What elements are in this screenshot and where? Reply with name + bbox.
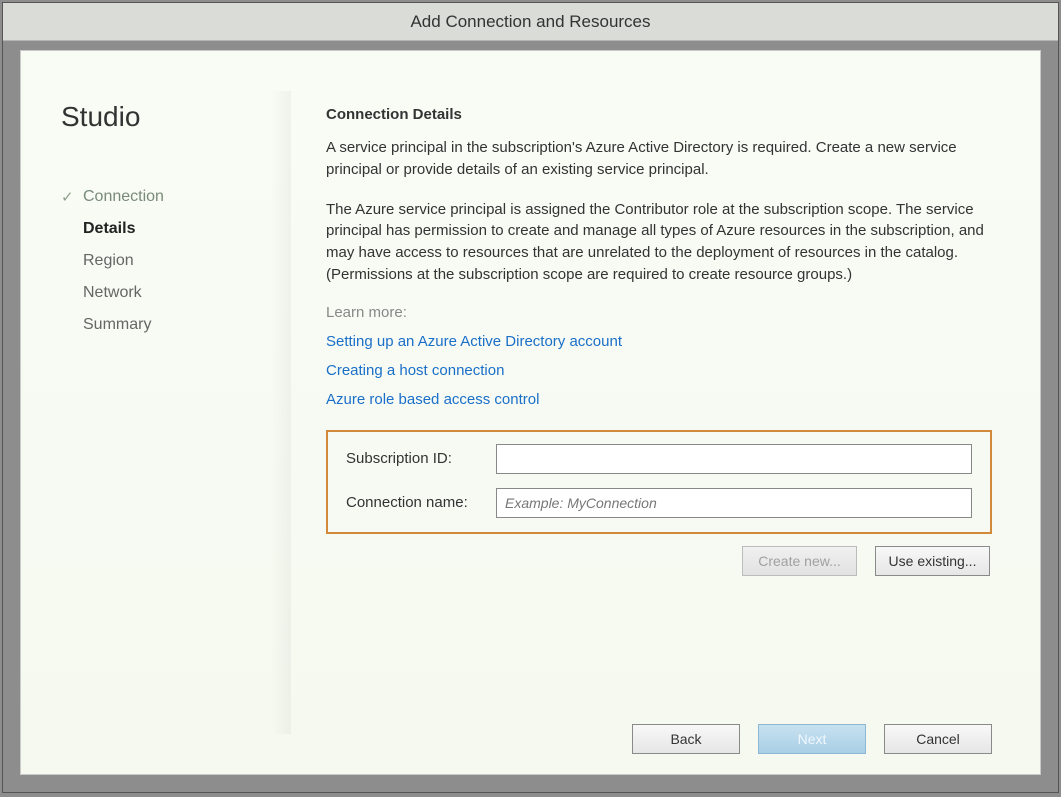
step-summary[interactable]: Summary <box>83 316 291 334</box>
wizard-window: Add Connection and Resources Studio Conn… <box>2 2 1059 793</box>
use-existing-button[interactable]: Use existing... <box>875 546 990 576</box>
wizard-steps: Connection Details Region Network Summar… <box>61 188 291 334</box>
link-host-connection[interactable]: Creating a host connection <box>326 362 992 379</box>
step-network[interactable]: Network <box>83 284 291 302</box>
wizard-footer-buttons: Back Next Cancel <box>632 724 992 754</box>
main-panel: Connection Details A service principal i… <box>291 51 1040 774</box>
studio-brand: Studio <box>61 101 291 133</box>
content-panel: Studio Connection Details Region Network… <box>20 50 1041 775</box>
link-rbac[interactable]: Azure role based access control <box>326 391 992 408</box>
subscription-id-label: Subscription ID: <box>346 450 496 467</box>
back-button[interactable]: Back <box>632 724 740 754</box>
connection-name-input[interactable] <box>496 488 972 518</box>
step-region[interactable]: Region <box>83 252 291 270</box>
next-button[interactable]: Next <box>758 724 866 754</box>
cancel-button[interactable]: Cancel <box>884 724 992 754</box>
titlebar: Add Connection and Resources <box>3 3 1058 41</box>
desc-paragraph: The Azure service principal is assigned … <box>326 199 992 286</box>
sp-button-row: Create new... Use existing... <box>326 546 992 576</box>
link-azure-ad-account[interactable]: Setting up an Azure Active Directory acc… <box>326 333 992 350</box>
step-connection[interactable]: Connection <box>83 188 291 206</box>
intro-paragraph: A service principal in the subscription'… <box>326 137 992 181</box>
section-heading: Connection Details <box>326 106 992 123</box>
learn-more-label: Learn more: <box>326 304 992 321</box>
subscription-id-input[interactable] <box>496 444 972 474</box>
create-new-button: Create new... <box>742 546 857 576</box>
window-title: Add Connection and Resources <box>410 12 650 32</box>
step-details[interactable]: Details <box>83 220 291 238</box>
connection-name-label: Connection name: <box>346 494 496 511</box>
sidebar: Studio Connection Details Region Network… <box>21 51 291 774</box>
connection-name-row: Connection name: <box>346 488 972 518</box>
form-highlight-box: Subscription ID: Connection name: <box>326 430 992 534</box>
subscription-row: Subscription ID: <box>346 444 972 474</box>
